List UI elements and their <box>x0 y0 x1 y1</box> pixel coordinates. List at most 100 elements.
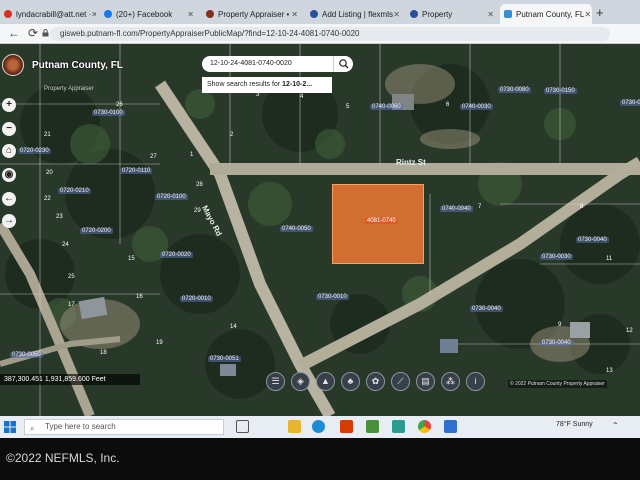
parcel-label: 0730-0100 <box>92 110 125 116</box>
parcel-label: 0720-0200 <box>80 228 113 234</box>
tab-email[interactable]: lyndacrabill@att.net · ✕ <box>0 4 96 24</box>
tab-putnam-county[interactable]: Putnam County, FL ✕ <box>500 4 592 24</box>
road-label-rintz: Rintz St <box>396 158 426 167</box>
parcel-label: 0740-0030 <box>460 104 493 110</box>
parcel-search-input[interactable]: 12-10-24-4081-0740-0020 <box>202 56 352 72</box>
task-view-icon[interactable] <box>236 420 249 433</box>
property-favicon-icon <box>410 10 418 18</box>
selected-parcel-label: 4081-0740 <box>365 218 398 224</box>
lot-number: 18 <box>100 350 107 356</box>
putnam-favicon-icon <box>504 10 512 18</box>
county-title: Putnam County, FL <box>32 59 123 71</box>
tab-label: Property <box>422 9 453 19</box>
photos-icon[interactable] <box>444 420 457 433</box>
selected-parcel-highlight[interactable]: 4081-0740 <box>332 184 424 264</box>
taskbar-search-placeholder: Type here to search <box>45 422 116 431</box>
suggestion-prefix: Show search results for <box>207 81 283 88</box>
close-icon[interactable]: ✕ <box>584 10 591 19</box>
windows-taskbar: ⌕ Type here to search 78°F Sunny ⌃ <box>0 416 640 438</box>
measure-icon[interactable]: ⟋ <box>391 372 410 391</box>
share-icon[interactable]: ⁂ <box>441 372 460 391</box>
lot-number: 22 <box>44 196 51 202</box>
lot-number: 29 <box>194 208 201 214</box>
forward-icon[interactable]: → <box>2 214 16 228</box>
appraiser-favicon-icon <box>206 10 214 18</box>
search-icon <box>339 59 349 69</box>
tab-label: Add Listing | flexmls <box>322 9 393 19</box>
parcel-label: 0720-0230 <box>18 148 51 154</box>
parcel-label: 0730-0051 <box>208 356 241 362</box>
flexmls-favicon-icon <box>310 10 318 18</box>
system-tray-icon[interactable]: ⌃ <box>612 421 619 430</box>
lot-number: 25 <box>68 274 75 280</box>
list-icon[interactable]: ☰ <box>266 372 285 391</box>
address-bar-row: ← ⟳ gisweb.putnam-fl.com/PropertyApprais… <box>0 24 640 44</box>
parcel-label: 0740-0040 <box>440 206 473 212</box>
close-icon[interactable]: ✕ <box>487 10 494 19</box>
lot-number: 1 <box>190 152 194 158</box>
coordinate-readout: 387,300.451 1,931,859.600 Feet <box>0 374 140 385</box>
map-viewport[interactable]: Rintz St Mayo Rd 0730-0100 0720-0230 072… <box>0 44 640 416</box>
lot-number: 4 <box>300 94 304 100</box>
parcel-label: 0740-0050 <box>280 226 313 232</box>
lot-number: 15 <box>128 256 135 262</box>
basemap-icon[interactable]: ▲ <box>316 372 335 391</box>
edge-icon[interactable] <box>312 420 325 433</box>
screen: lyndacrabill@att.net · ✕ (20+) Facebook … <box>0 0 640 480</box>
store-icon[interactable] <box>392 420 405 433</box>
lot-number: 9 <box>558 322 562 328</box>
tab-label: (20+) Facebook <box>116 9 173 19</box>
lot-number: 11 <box>606 256 613 262</box>
close-icon[interactable]: ✕ <box>91 10 96 19</box>
palette-icon[interactable]: ✿ <box>366 372 385 391</box>
windows-logo-icon[interactable] <box>4 421 16 433</box>
tab-label: lyndacrabill@att.net · <box>16 9 92 19</box>
lot-number: 12 <box>626 328 633 334</box>
suggestion-term: 12-10-2... <box>282 81 313 88</box>
search-button[interactable] <box>333 56 353 72</box>
url-input[interactable]: gisweb.putnam-fl.com/PropertyAppraiserPu… <box>50 27 610 41</box>
lot-number: 2 <box>230 132 234 138</box>
tab-property[interactable]: Property ✕ <box>406 4 498 24</box>
new-tab-button[interactable]: + <box>596 5 604 20</box>
email-favicon-icon <box>4 10 12 18</box>
app-icon[interactable] <box>366 420 379 433</box>
print-icon[interactable]: ▤ <box>416 372 435 391</box>
tab-facebook[interactable]: (20+) Facebook ✕ <box>100 4 198 24</box>
office-icon[interactable] <box>340 420 353 433</box>
parcel-label: 0720-0010 <box>180 296 213 302</box>
parcel-label: 0730-0080 <box>498 87 531 93</box>
zoom-in-icon[interactable]: + <box>2 98 16 112</box>
locate-icon[interactable]: ◉ <box>2 168 16 182</box>
search-suggestion[interactable]: Show search results for 12-10-2... <box>202 77 332 93</box>
lot-number: 13 <box>606 368 613 374</box>
tab-add-listing[interactable]: Add Listing | flexmls ✕ <box>306 4 404 24</box>
layers-icon[interactable]: ◈ <box>291 372 310 391</box>
reload-icon[interactable]: ⟳ <box>28 26 38 40</box>
back-icon[interactable]: ← <box>2 192 16 206</box>
monitor-bezel: ©2022 NEFMLS, Inc. <box>0 438 640 480</box>
back-arrow-icon[interactable]: ← <box>8 26 20 40</box>
lot-number: 19 <box>156 340 163 346</box>
weather-widget[interactable]: 78°F Sunny <box>556 421 593 428</box>
lot-number: 7 <box>478 204 482 210</box>
parcel-label: 0730-0040 <box>576 237 609 243</box>
close-icon[interactable]: ✕ <box>393 10 400 19</box>
chrome-icon[interactable] <box>418 420 431 433</box>
facebook-favicon-icon <box>104 10 112 18</box>
copyright-watermark: ©2022 NEFMLS, Inc. <box>6 451 120 465</box>
lot-number: 20 <box>46 170 53 176</box>
tab-property-appraiser[interactable]: Property Appraiser • ✕ <box>202 4 302 24</box>
home-icon[interactable]: ⌂ <box>2 144 16 158</box>
parcel-label: 0730-0010 <box>316 294 349 300</box>
close-icon[interactable]: ✕ <box>291 10 298 19</box>
close-icon[interactable]: ✕ <box>187 10 194 19</box>
map-attribution: © 2022 Putnam County Property Appraiser <box>508 380 607 388</box>
legend-icon[interactable]: ♣ <box>341 372 360 391</box>
zoom-out-icon[interactable]: − <box>2 122 16 136</box>
parcel-label: 0720-0100 <box>155 194 188 200</box>
file-explorer-icon[interactable] <box>288 420 301 433</box>
info-icon[interactable]: i <box>466 372 485 391</box>
taskbar-search-input[interactable]: ⌕ Type here to search <box>24 419 224 435</box>
lot-number: 14 <box>230 324 237 330</box>
